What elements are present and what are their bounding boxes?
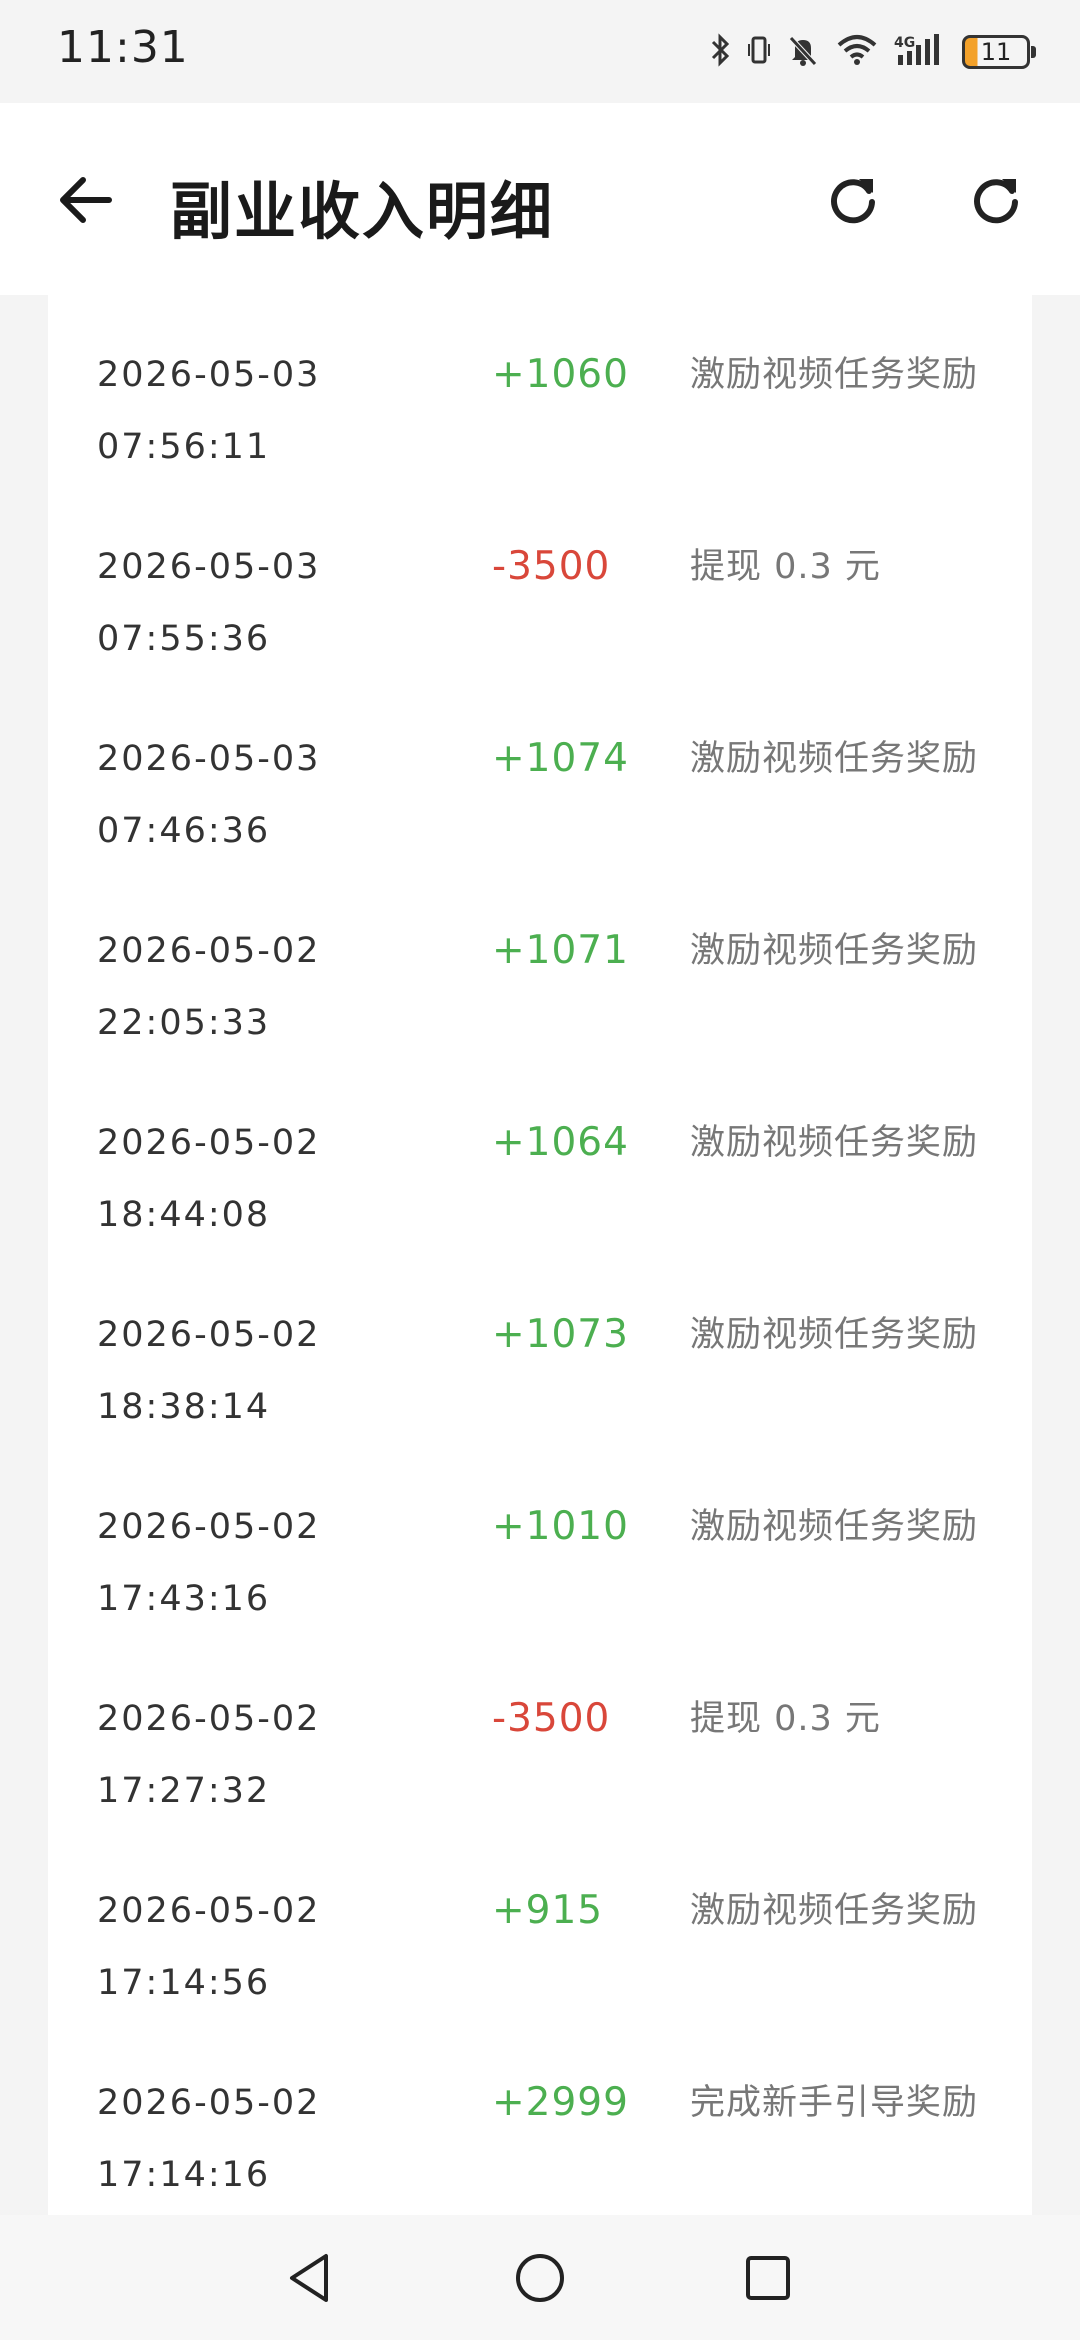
record-date: 2026-05-02 xyxy=(97,1699,321,1739)
record-datetime: 2026-05-02 17:27:32 xyxy=(97,1683,320,1827)
list-item: 2026-05-03 07:55:36 -3500 提现 0.3 元 xyxy=(48,487,1032,679)
content-area[interactable]: 2026-05-03 07:56:11 +1060 激励视频任务奖励 2026-… xyxy=(0,295,1080,2215)
record-description: 提现 0.3 元 xyxy=(690,547,881,587)
record-date: 2026-05-03 xyxy=(97,355,321,395)
record-description: 激励视频任务奖励 xyxy=(690,355,979,395)
record-amount: +1010 xyxy=(492,1504,629,1549)
record-amount: +1074 xyxy=(492,736,629,781)
arrow-left-icon xyxy=(60,177,112,223)
list-item: 2026-05-03 07:56:11 +1060 激励视频任务奖励 xyxy=(48,295,1032,487)
record-amount: +1073 xyxy=(492,1312,629,1357)
mute-icon xyxy=(786,33,820,71)
record-description: 激励视频任务奖励 xyxy=(690,1891,979,1931)
record-amount: -3500 xyxy=(492,1696,611,1741)
record-datetime: 2026-05-02 17:14:56 xyxy=(97,1875,320,2019)
record-date: 2026-05-03 xyxy=(97,547,321,587)
vibrate-icon xyxy=(748,33,770,71)
record-description: 激励视频任务奖励 xyxy=(690,1123,979,1163)
record-datetime: 2026-05-03 07:55:36 xyxy=(97,531,320,675)
nav-back-icon xyxy=(290,2254,328,2302)
list-item: 2026-05-02 18:38:14 +1073 激励视频任务奖励 xyxy=(48,1255,1032,1447)
record-datetime: 2026-05-02 22:05:33 xyxy=(97,915,320,1059)
record-amount: -3500 xyxy=(492,544,611,589)
record-time: 17:14:56 xyxy=(97,1963,271,2003)
record-time: 07:46:36 xyxy=(97,811,271,851)
record-amount: +915 xyxy=(492,1888,604,1933)
record-time: 17:14:16 xyxy=(97,2155,271,2195)
record-amount: +1064 xyxy=(492,1120,629,1165)
record-datetime: 2026-05-02 18:38:14 xyxy=(97,1299,320,1443)
refresh-button[interactable] xyxy=(815,161,891,237)
nav-recent-button[interactable] xyxy=(730,2240,806,2316)
nav-home-icon xyxy=(516,2254,564,2302)
list-item: 2026-05-02 17:27:32 -3500 提现 0.3 元 xyxy=(48,1639,1032,1831)
list-item: 2026-05-02 17:14:56 +915 激励视频任务奖励 xyxy=(48,1831,1032,2023)
record-time: 18:38:14 xyxy=(97,1387,271,1427)
record-time: 07:55:36 xyxy=(97,619,271,659)
records-list[interactable]: 2026-05-03 07:56:11 +1060 激励视频任务奖励 2026-… xyxy=(48,295,1032,2215)
record-date: 2026-05-02 xyxy=(97,1507,321,1547)
status-bar: 11:31 4G 11 xyxy=(0,0,1080,103)
record-datetime: 2026-05-02 17:14:16 xyxy=(97,2067,320,2211)
app-bar: 副业收入明细 xyxy=(0,103,1080,295)
battery-level: 11 xyxy=(980,38,1012,66)
record-description: 激励视频任务奖励 xyxy=(690,739,979,779)
refresh-icon xyxy=(831,179,875,224)
wifi-icon xyxy=(836,33,878,71)
refresh-button-secondary[interactable] xyxy=(958,161,1034,237)
record-date: 2026-05-02 xyxy=(97,1891,321,1931)
record-datetime: 2026-05-03 07:56:11 xyxy=(97,339,320,483)
4g-signal-icon: 4G xyxy=(894,33,946,71)
list-item: 2026-05-02 22:05:33 +1071 激励视频任务奖励 xyxy=(48,871,1032,1063)
nav-home-button[interactable] xyxy=(502,2240,578,2316)
status-icons: 4G 11 xyxy=(710,28,1036,76)
page-title: 副业收入明细 xyxy=(170,175,555,248)
record-description: 完成新手引导奖励 xyxy=(690,2083,979,2123)
list-item: 2026-05-02 17:43:16 +1010 激励视频任务奖励 xyxy=(48,1447,1032,1639)
record-date: 2026-05-02 xyxy=(97,1123,321,1163)
refresh-icon xyxy=(974,179,1018,224)
record-datetime: 2026-05-02 18:44:08 xyxy=(97,1107,320,1251)
battery-icon: 11 xyxy=(962,35,1036,69)
list-item: 2026-05-02 18:44:08 +1064 激励视频任务奖励 xyxy=(48,1063,1032,1255)
record-date: 2026-05-02 xyxy=(97,931,321,971)
record-time: 07:56:11 xyxy=(97,427,271,467)
record-time: 22:05:33 xyxy=(97,1003,271,1043)
list-item: 2026-05-02 17:14:16 +2999 完成新手引导奖励 xyxy=(48,2023,1032,2215)
back-button[interactable] xyxy=(50,165,120,235)
record-description: 激励视频任务奖励 xyxy=(690,1507,979,1547)
list-item: 2026-05-03 07:46:36 +1074 激励视频任务奖励 xyxy=(48,679,1032,871)
record-datetime: 2026-05-02 17:43:16 xyxy=(97,1491,320,1635)
nav-back-button[interactable] xyxy=(272,2240,348,2316)
system-nav-bar xyxy=(0,2215,1080,2340)
record-amount: +1071 xyxy=(492,928,629,973)
record-description: 提现 0.3 元 xyxy=(690,1699,881,1739)
record-amount: +2999 xyxy=(492,2080,629,2125)
record-amount: +1060 xyxy=(492,352,629,397)
svg-text:4G: 4G xyxy=(894,35,915,51)
record-description: 激励视频任务奖励 xyxy=(690,1315,979,1355)
record-time: 17:43:16 xyxy=(97,1579,271,1619)
record-date: 2026-05-03 xyxy=(97,739,321,779)
record-date: 2026-05-02 xyxy=(97,2083,321,2123)
bluetooth-icon xyxy=(710,33,732,71)
record-description: 激励视频任务奖励 xyxy=(690,931,979,971)
record-time: 18:44:08 xyxy=(97,1195,271,1235)
nav-recent-icon xyxy=(746,2256,790,2300)
status-time: 11:31 xyxy=(57,22,189,73)
record-datetime: 2026-05-03 07:46:36 xyxy=(97,723,320,867)
record-date: 2026-05-02 xyxy=(97,1315,321,1355)
record-time: 17:27:32 xyxy=(97,1771,271,1811)
